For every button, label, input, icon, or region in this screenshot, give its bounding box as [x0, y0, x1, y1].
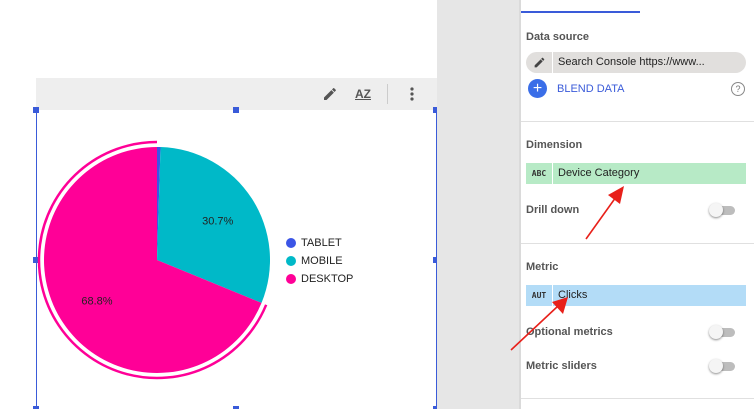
toggle-knob: [709, 325, 723, 339]
chart-toolbar: AZ: [36, 78, 437, 110]
properties-panel: Data source Search Console https://www..…: [521, 0, 754, 409]
legend-swatch: [286, 238, 296, 248]
pie-label-desktop: 68.8%: [81, 295, 112, 307]
metric-field-chip[interactable]: AUT Clicks: [526, 285, 746, 306]
dimension-title: Dimension: [526, 139, 583, 151]
more-vert-icon[interactable]: [402, 84, 422, 104]
legend-label: MOBILE: [301, 255, 343, 267]
add-blend-icon[interactable]: +: [528, 79, 547, 98]
optional-metrics-label: Optional metrics: [526, 326, 613, 338]
toggle-knob: [709, 359, 723, 373]
dimension-field-chip[interactable]: ABC Device Category: [526, 163, 746, 184]
legend-item-desktop[interactable]: DESKTOP: [286, 270, 353, 288]
help-icon[interactable]: ?: [731, 82, 745, 96]
drill-down-label: Drill down: [526, 204, 580, 216]
chart-legend: TABLET MOBILE DESKTOP: [286, 234, 353, 288]
drill-down-toggle[interactable]: [709, 203, 735, 217]
toggle-knob: [709, 203, 723, 217]
metric-sliders-label: Metric sliders: [526, 360, 597, 372]
dimension-field-name: Device Category: [558, 167, 640, 179]
chip-separator: [552, 163, 553, 184]
metric-sliders-toggle[interactable]: [709, 359, 735, 373]
field-type-auto-icon: AUT: [531, 291, 547, 300]
legend-item-tablet[interactable]: TABLET: [286, 234, 353, 252]
metric-title: Metric: [526, 261, 559, 273]
section-divider: [521, 398, 754, 399]
blend-data-button[interactable]: BLEND DATA: [557, 83, 624, 95]
section-divider: [521, 121, 754, 122]
data-source-name: Search Console https://www...: [558, 56, 705, 68]
edit-data-source-icon[interactable]: [530, 54, 548, 71]
legend-swatch: [286, 256, 296, 266]
legend-swatch: [286, 274, 296, 284]
field-type-text-icon: ABC: [531, 169, 547, 178]
pencil-icon[interactable]: [320, 84, 340, 104]
pie-chart[interactable]: 30.7% 68.8%: [36, 110, 296, 380]
chip-separator: [552, 285, 553, 306]
chip-separator: [552, 52, 553, 73]
legend-label: DESKTOP: [301, 273, 354, 285]
tab-underline-data: [521, 11, 640, 13]
sort-az-icon[interactable]: AZ: [352, 84, 374, 104]
metric-field-name: Clicks: [558, 289, 588, 301]
canvas-gutter: [437, 0, 519, 409]
report-canvas: AZ 30.7% 68.8% TABLET MOBILE DESKTOP: [0, 0, 439, 409]
legend-item-mobile[interactable]: MOBILE: [286, 252, 353, 270]
sort-az-label: AZ: [355, 87, 371, 101]
section-divider: [521, 243, 754, 244]
legend-label: TABLET: [301, 237, 342, 249]
data-source-title: Data source: [526, 31, 589, 43]
pie-label-mobile: 30.7%: [202, 216, 233, 228]
data-source-chip[interactable]: Search Console https://www...: [526, 52, 746, 73]
toolbar-separator: [387, 84, 388, 104]
optional-metrics-toggle[interactable]: [709, 325, 735, 339]
